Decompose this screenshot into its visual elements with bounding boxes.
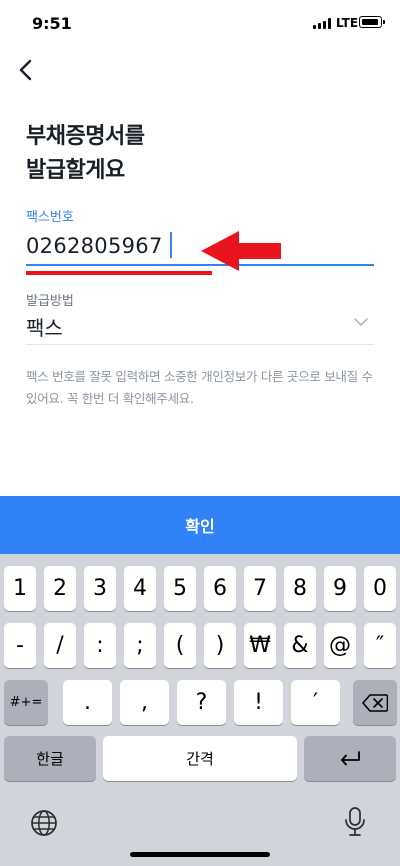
punctuation-key-4[interactable]: ′: [291, 680, 340, 725]
number-key-3[interactable]: 4: [124, 566, 156, 611]
number-key-1[interactable]: 2: [44, 566, 76, 611]
delete-key[interactable]: [353, 680, 397, 725]
issue-method-underline: [26, 344, 374, 345]
issue-method-label: 발급방법: [26, 294, 74, 309]
battery-icon: [359, 16, 385, 28]
warning-notice: 팩스 번호를 잘못 입력하면 소중한 개인정보가 다른 곳으로 보내질 수 있어…: [26, 369, 373, 406]
fax-number-label: 팩스번호: [26, 210, 74, 225]
status-bar: 9:51 LTE: [0, 0, 400, 48]
status-time: 9:51: [32, 14, 72, 33]
back-button[interactable]: [12, 56, 40, 84]
symbol-key-0[interactable]: -: [4, 623, 36, 668]
keyboard: 1234567890 - /:;() ₩ & @ ″ #+= .,?! ′ 한글 간격: [0, 554, 400, 866]
home-indicator: [130, 852, 270, 857]
number-key-2[interactable]: 3: [84, 566, 116, 611]
network-type: LTE: [336, 16, 359, 30]
symbol-key-7[interactable]: &: [284, 623, 316, 668]
language-key[interactable]: 한글: [4, 736, 96, 781]
number-key-4[interactable]: 5: [164, 566, 196, 611]
punctuation-key-1[interactable]: ,: [120, 680, 169, 725]
globe-icon[interactable]: [30, 809, 58, 837]
number-key-8[interactable]: 9: [324, 566, 356, 611]
chevron-left-icon: [19, 59, 32, 81]
space-key[interactable]: 간격: [103, 736, 297, 781]
punctuation-key-2[interactable]: ?: [177, 680, 226, 725]
symbol-key-1[interactable]: /: [44, 623, 76, 668]
number-key-5[interactable]: 6: [204, 566, 236, 611]
issue-method-value: 팩스: [26, 316, 63, 340]
number-key-7[interactable]: 8: [284, 566, 316, 611]
microphone-icon[interactable]: [344, 806, 366, 838]
page-title-line2: 발급할게요: [26, 158, 125, 183]
symbol-key-6[interactable]: ₩: [244, 623, 276, 668]
return-icon: [341, 750, 360, 765]
backspace-icon: [362, 693, 388, 712]
symbol-key-3[interactable]: ;: [124, 623, 156, 668]
page-title: 부채증명서를 발급할게요: [26, 120, 145, 188]
annotation-underline: [26, 271, 212, 275]
signal-icon: [313, 18, 331, 29]
symbol-key-9[interactable]: ″: [364, 623, 396, 668]
issue-method-select[interactable]: 팩스: [26, 308, 374, 345]
return-key[interactable]: [304, 736, 396, 781]
symbol-key-4[interactable]: (: [164, 623, 196, 668]
confirm-button[interactable]: 확인: [0, 496, 400, 554]
symbol-key-2[interactable]: :: [84, 623, 116, 668]
punctuation-key-0[interactable]: .: [63, 680, 112, 725]
page-title-line1: 부채증명서를: [26, 124, 145, 149]
number-key-6[interactable]: 7: [244, 566, 276, 611]
punctuation-key-3[interactable]: !: [234, 680, 283, 725]
symbols-shift-key[interactable]: #+=: [4, 680, 48, 725]
text-caret: [170, 232, 172, 258]
annotation-arrow-icon: [201, 231, 281, 271]
chevron-down-icon: [354, 318, 368, 326]
number-key-9[interactable]: 0: [364, 566, 396, 611]
number-key-0[interactable]: 1: [4, 566, 36, 611]
symbol-key-8[interactable]: @: [324, 623, 356, 668]
symbol-key-5[interactable]: ): [204, 623, 236, 668]
